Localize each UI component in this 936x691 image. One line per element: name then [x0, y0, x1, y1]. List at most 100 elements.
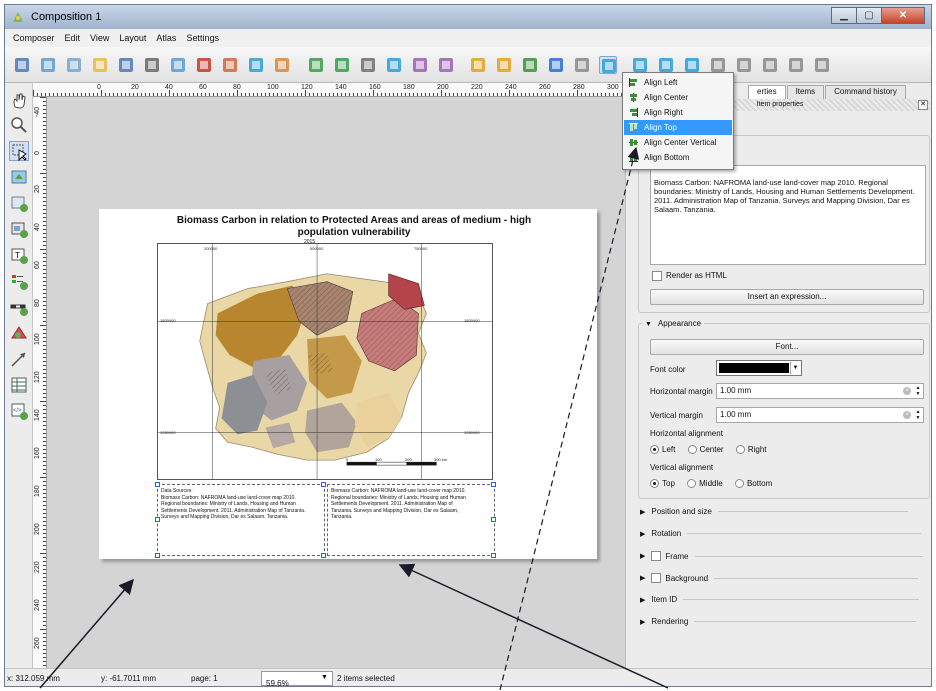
tab-item-properties[interactable]: erties: [748, 85, 786, 99]
manager-icon[interactable]: [91, 56, 109, 74]
v-align-bottom-option[interactable]: Bottom: [734, 479, 772, 489]
h-align-right-option[interactable]: Right: [735, 445, 767, 455]
save-icon[interactable]: [13, 56, 31, 74]
label-text-area[interactable]: Biomass Carbon: NAFROMA land-use land-co…: [650, 165, 926, 265]
unlock-icon[interactable]: [547, 56, 565, 74]
redo-icon[interactable]: [307, 56, 325, 74]
background-checkbox[interactable]: [651, 573, 662, 583]
menu-atlas[interactable]: Atlas: [156, 33, 176, 43]
raise-icon[interactable]: [573, 56, 591, 74]
spin-arrows-icon[interactable]: ▲ ▼: [914, 409, 922, 421]
section-item-id[interactable]: ▶ Item ID: [640, 595, 920, 604]
align-icon[interactable]: [599, 56, 617, 74]
selection-handle[interactable]: [491, 553, 496, 558]
add-legend-icon[interactable]: [9, 271, 29, 291]
font-color-button[interactable]: ▼: [716, 360, 802, 376]
print-icon[interactable]: [169, 56, 187, 74]
map-item[interactable]: 200000 500000 750000 1500000 1250000 150…: [157, 243, 493, 480]
menu-view[interactable]: View: [90, 33, 109, 43]
section-rendering[interactable]: ▶ Rendering: [640, 617, 917, 626]
map-title-label[interactable]: Biomass Carbon in relation to Protected …: [159, 215, 549, 239]
selection-handle[interactable]: [155, 482, 160, 487]
export-image-icon[interactable]: [195, 56, 213, 74]
menu-item-align-right[interactable]: Align Right: [624, 105, 732, 120]
insert-expression-button[interactable]: Insert an expression...: [650, 289, 924, 305]
zoom-tool-icon[interactable]: [9, 115, 29, 135]
refresh-icon[interactable]: [437, 56, 455, 74]
selection-handle[interactable]: [155, 553, 160, 558]
chevron-down-icon[interactable]: ▼: [321, 674, 328, 681]
menu-composer[interactable]: Composer: [13, 33, 55, 43]
tab-command-history[interactable]: Command history: [825, 85, 906, 99]
add-image-icon[interactable]: [9, 219, 29, 239]
menu-item-align-top[interactable]: Align Top: [624, 120, 732, 135]
selection-handle[interactable]: [491, 482, 496, 487]
section-background[interactable]: ▶ Background: [640, 573, 919, 583]
frame-checkbox[interactable]: [651, 551, 662, 561]
export-atlas-icon[interactable]: [787, 56, 805, 74]
menu-item-align-center-vertical[interactable]: Align Center Vertical: [624, 135, 732, 150]
group-icon[interactable]: [469, 56, 487, 74]
section-rotation[interactable]: ▶ Rotation: [640, 529, 922, 538]
undo-icon[interactable]: [273, 56, 291, 74]
h-align-center-option[interactable]: Center: [687, 445, 724, 455]
menu-item-align-bottom[interactable]: Align Bottom: [624, 150, 732, 165]
add-html-frame-icon[interactable]: </>: [9, 401, 29, 421]
zoom-100-icon[interactable]: [411, 56, 429, 74]
ungroup-icon[interactable]: [495, 56, 513, 74]
selection-handle[interactable]: [491, 517, 496, 522]
select-move-item-icon[interactable]: [9, 141, 29, 162]
v-align-top-option[interactable]: Top: [650, 479, 675, 489]
selection-handle[interactable]: [321, 553, 326, 558]
menu-layout[interactable]: Layout: [119, 33, 146, 43]
data-sources-label-right[interactable]: Biomass Carbon: NAFROMA land-use land-co…: [327, 484, 495, 556]
data-sources-label-left[interactable]: Data Sources: Biomass Carbon: NAFROMA la…: [157, 484, 325, 556]
last-feature-icon[interactable]: [735, 56, 753, 74]
duplicate-icon[interactable]: [65, 56, 83, 74]
menu-settings[interactable]: Settings: [186, 33, 219, 43]
render-html-row[interactable]: Render as HTML: [652, 271, 727, 281]
composition-canvas[interactable]: Biomass Carbon in relation to Protected …: [47, 97, 625, 668]
appearance-section-header[interactable]: ▼ Appearance: [642, 319, 705, 328]
add-shape-icon[interactable]: [9, 323, 29, 343]
font-button[interactable]: Font...: [650, 339, 924, 355]
export-pdf-icon[interactable]: [247, 56, 265, 74]
v-margin-spinbox[interactable]: 1.00 mm × ▲ ▼: [716, 407, 924, 423]
zoom-in-icon[interactable]: [359, 56, 377, 74]
add-attribute-table-icon[interactable]: [9, 375, 29, 395]
zoom-full-icon[interactable]: [333, 56, 351, 74]
export-svg-icon[interactable]: [221, 56, 239, 74]
add-map-icon[interactable]: [9, 193, 29, 213]
selection-handle[interactable]: [155, 517, 160, 522]
save-template-icon[interactable]: [143, 56, 161, 74]
atlas-settings-icon[interactable]: [813, 56, 831, 74]
section-position-size[interactable]: ▶ Position and size: [640, 507, 908, 516]
new-composition-icon[interactable]: [39, 56, 57, 74]
menu-item-align-center[interactable]: Align Center: [624, 90, 732, 105]
lock-icon[interactable]: [521, 56, 539, 74]
add-arrow-icon[interactable]: [9, 349, 29, 369]
move-content-icon[interactable]: [9, 167, 29, 187]
spin-arrows-icon[interactable]: ▲ ▼: [914, 385, 922, 397]
clear-icon[interactable]: ×: [903, 387, 911, 395]
close-panel-button[interactable]: ✕: [918, 100, 928, 110]
maximize-button[interactable]: ▢: [856, 7, 882, 24]
tab-items[interactable]: Items: [786, 85, 825, 99]
menu-item-align-left[interactable]: Align Left: [624, 75, 732, 90]
minimize-button[interactable]: ▁: [831, 7, 857, 24]
clear-icon[interactable]: ×: [903, 411, 911, 419]
selection-handle[interactable]: [321, 482, 326, 487]
close-window-button[interactable]: ✕: [881, 7, 925, 24]
print-atlas-icon[interactable]: [761, 56, 779, 74]
add-label-icon[interactable]: T: [9, 245, 29, 265]
h-margin-spinbox[interactable]: 1.00 mm × ▲ ▼: [716, 383, 924, 399]
section-frame[interactable]: ▶ Frame: [640, 551, 923, 561]
menu-edit[interactable]: Edit: [65, 33, 81, 43]
v-align-middle-option[interactable]: Middle: [687, 479, 723, 489]
add-scalebar-icon[interactable]: [9, 297, 29, 317]
h-align-left-option[interactable]: Left: [650, 445, 675, 455]
render-html-checkbox[interactable]: [652, 271, 662, 281]
pan-icon[interactable]: [9, 91, 29, 111]
zoom-out-icon[interactable]: [385, 56, 403, 74]
open-template-icon[interactable]: [117, 56, 135, 74]
